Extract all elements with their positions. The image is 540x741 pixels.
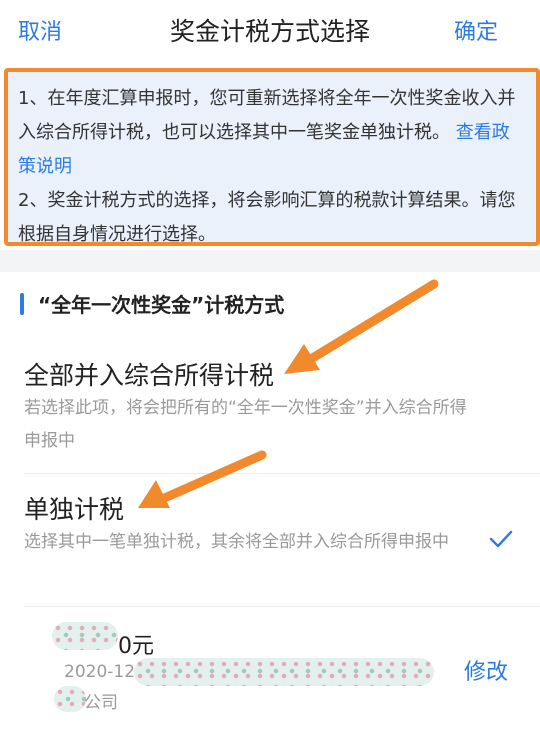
navigation-bar: 取消 奖金计税方式选择 确定 <box>0 0 540 60</box>
confirm-button[interactable]: 确定 <box>454 14 498 46</box>
checkmark-icon <box>489 530 513 548</box>
record-company: 公司 <box>84 693 118 713</box>
redacted-details <box>134 658 434 686</box>
record-amount: 0元 <box>118 634 154 659</box>
section-gap <box>0 250 540 272</box>
bonus-record[interactable]: 0元 2020-12 公司 修改 <box>0 606 540 741</box>
option-description: 若选择此项，将会把所有的“全年一次性奖金”并入综合所得申报中 <box>24 398 467 451</box>
option-title: 全部并入综合所得计税 <box>24 361 275 390</box>
option-description: 选择其中一笔单独计税，其余将全部并入综合所得申报中 <box>24 532 449 552</box>
notice-line-1: 1、在年度汇算申报时，您可重新选择将全年一次性奖金收入并入综合所得计税，也可以选… <box>18 88 516 143</box>
notice-box: 1、在年度汇算申报时，您可重新选择将全年一次性奖金收入并入综合所得计税，也可以选… <box>4 68 540 246</box>
option-title: 单独计税 <box>24 495 125 524</box>
section-title: “全年一次性奖金”计税方式 <box>38 293 285 317</box>
option-separate[interactable]: 单独计税 选择其中一笔单独计税，其余将全部并入综合所得申报中 <box>0 474 540 606</box>
redacted-company <box>54 686 86 712</box>
redacted-amount <box>52 622 118 650</box>
edit-button[interactable]: 修改 <box>464 654 508 686</box>
option-merge-all[interactable]: 全部并入综合所得计税 若选择此项，将会把所有的“全年一次性奖金”并入综合所得申报… <box>0 340 540 472</box>
section-accent-bar <box>20 293 24 315</box>
notice-line-2: 2、奖金计税方式的选择，将会影响汇算的税款计算结果。请您根据自身情况进行选择。 <box>18 190 516 245</box>
record-date: 2020-12 <box>64 662 136 682</box>
